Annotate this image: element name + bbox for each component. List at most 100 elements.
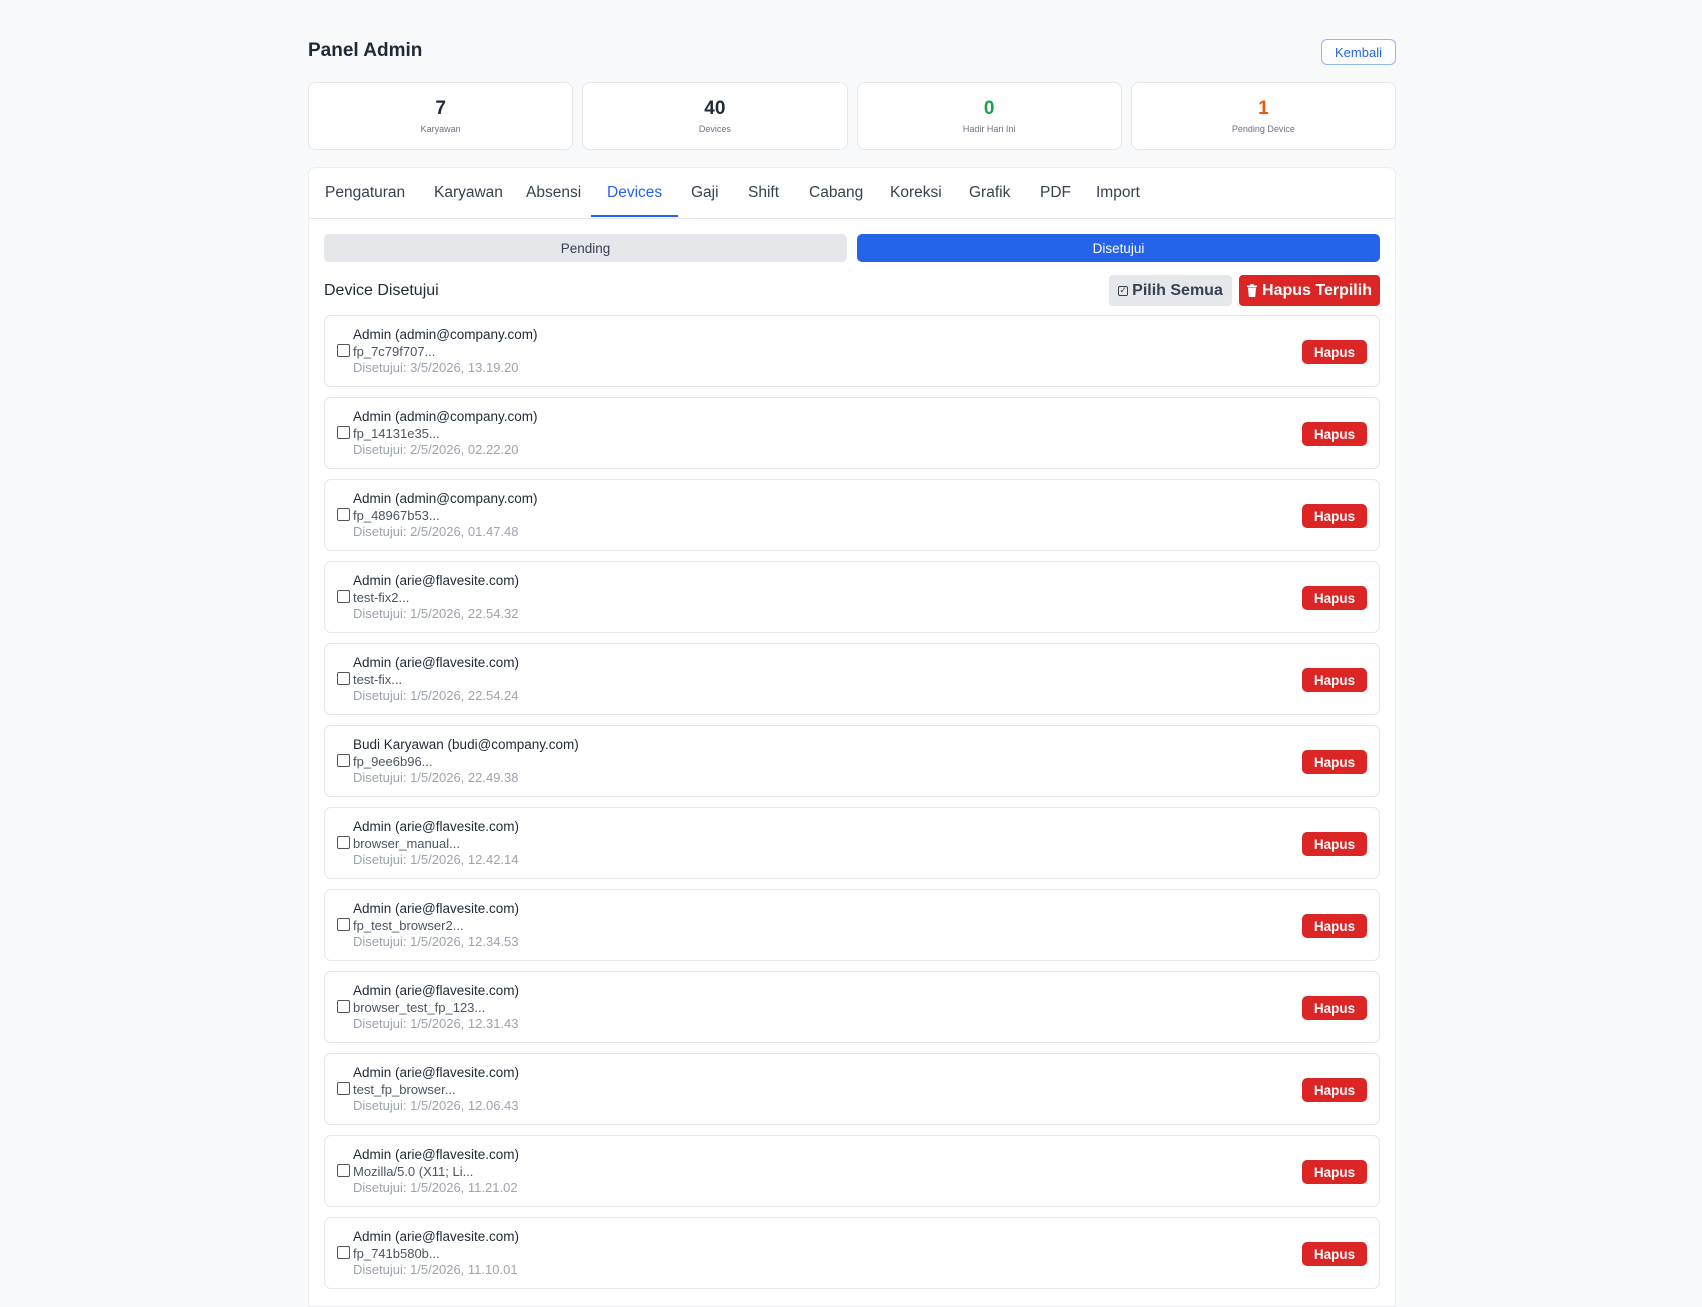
stat-label: Pending Device [1231, 124, 1295, 134]
delete-device-button[interactable]: Hapus [1302, 1078, 1367, 1102]
device-approved-date: Disetujui: 1/5/2026, 11.10.01 [353, 1262, 518, 1277]
delete-selected-label: Hapus Terpilih [1262, 281, 1372, 299]
tab-grafik[interactable]: Grafik [953, 168, 1026, 217]
device-approved-date: Disetujui: 1/5/2026, 12.42.14 [353, 852, 519, 867]
device-checkbox[interactable] [337, 1164, 350, 1177]
device-row: Budi Karyawan (budi@company.com) fp_9ee6… [324, 725, 1380, 797]
device-checkbox[interactable] [337, 754, 350, 767]
device-checkbox[interactable] [337, 1000, 350, 1013]
select-all-button[interactable]: ✓ Pilih Semua [1109, 275, 1232, 306]
delete-device-button[interactable]: Hapus [1302, 504, 1367, 528]
device-fingerprint: fp_14131e35... [353, 426, 440, 441]
device-owner: Budi Karyawan (budi@company.com) [353, 737, 579, 752]
delete-device-button[interactable]: Hapus [1302, 1160, 1367, 1184]
stat-label: Hadir Hari Ini [962, 124, 1016, 134]
device-owner: Admin (admin@company.com) [353, 409, 538, 424]
delete-selected-button[interactable]: Hapus Terpilih [1239, 275, 1380, 306]
device-row: Admin (admin@company.com) fp_14131e35...… [324, 397, 1380, 469]
tab-cabang[interactable]: Cabang [793, 168, 879, 217]
device-row: Admin (arie@flavesite.com) browser_manua… [324, 807, 1380, 879]
approved-toggle-button[interactable]: Disetujui [857, 234, 1380, 262]
device-checkbox[interactable] [337, 672, 350, 685]
stat-card-hadir: 0 Hadir Hari Ini [856, 82, 1122, 150]
tab-koreksi[interactable]: Koreksi [874, 168, 958, 217]
delete-device-button[interactable]: Hapus [1302, 750, 1367, 774]
stat-value: 7 [435, 98, 446, 119]
stat-card-devices: 40 Devices [582, 82, 848, 150]
tab-pdf[interactable]: PDF [1024, 168, 1087, 217]
device-checkbox[interactable] [337, 426, 350, 439]
tab-shift[interactable]: Shift [732, 168, 795, 217]
main-panel: Pengaturan Karyawan Absensi Devices Gaji… [308, 167, 1396, 1307]
device-approved-date: Disetujui: 2/5/2026, 01.47.48 [353, 524, 519, 539]
delete-device-button[interactable]: Hapus [1302, 668, 1367, 692]
delete-device-button[interactable]: Hapus [1302, 422, 1367, 446]
tab-bar: Pengaturan Karyawan Absensi Devices Gaji… [309, 168, 1395, 219]
back-button[interactable]: Kembali [1321, 39, 1396, 65]
device-fingerprint: Mozilla/5.0 (X11; Li... [353, 1164, 474, 1179]
device-row: Admin (arie@flavesite.com) Mozilla/5.0 (… [324, 1135, 1380, 1207]
delete-device-button[interactable]: Hapus [1302, 832, 1367, 856]
page-title: Panel Admin [308, 40, 423, 61]
pending-toggle-button[interactable]: Pending [324, 234, 847, 262]
device-approved-date: Disetujui: 1/5/2026, 12.34.53 [353, 934, 519, 949]
device-fingerprint: fp_9ee6b96... [353, 754, 433, 769]
device-checkbox[interactable] [337, 918, 350, 931]
device-row: Admin (arie@flavesite.com) fp_test_brows… [324, 889, 1380, 961]
device-checkbox[interactable] [337, 344, 350, 357]
delete-device-button[interactable]: Hapus [1302, 914, 1367, 938]
tab-import[interactable]: Import [1080, 168, 1156, 217]
device-approved-date: Disetujui: 2/5/2026, 02.22.20 [353, 442, 519, 457]
device-status-toggle: Pending Disetujui [324, 234, 1380, 262]
tab-gaji[interactable]: Gaji [675, 168, 735, 217]
stat-value: 0 [983, 98, 995, 119]
delete-device-button[interactable]: Hapus [1302, 996, 1367, 1020]
device-fingerprint: fp_test_browser2... [353, 918, 464, 933]
device-fingerprint: test-fix2... [353, 590, 410, 605]
device-checkbox[interactable] [337, 508, 350, 521]
device-list: Admin (admin@company.com) fp_7c79f707...… [324, 315, 1380, 1299]
delete-device-button[interactable]: Hapus [1302, 586, 1367, 610]
select-all-label: Pilih Semua [1132, 281, 1223, 299]
device-row: Admin (admin@company.com) fp_7c79f707...… [324, 315, 1380, 387]
device-row: Admin (arie@flavesite.com) browser_test_… [324, 971, 1380, 1043]
stat-label: Devices [698, 124, 731, 134]
tab-pengaturan[interactable]: Pengaturan [309, 168, 421, 217]
device-approved-date: Disetujui: 1/5/2026, 22.49.38 [353, 770, 519, 785]
device-checkbox[interactable] [337, 590, 350, 603]
device-owner: Admin (admin@company.com) [353, 491, 538, 506]
device-row: Admin (arie@flavesite.com) test-fix2... … [324, 561, 1380, 633]
device-checkbox[interactable] [337, 1246, 350, 1259]
device-owner: Admin (arie@flavesite.com) [353, 655, 520, 670]
stat-card-pending-device: 1 Pending Device [1130, 82, 1396, 150]
section-title: Device Disetujui [324, 282, 439, 299]
stat-value: 40 [704, 98, 726, 119]
device-owner: Admin (arie@flavesite.com) [353, 983, 520, 998]
device-row: Admin (arie@flavesite.com) test-fix... D… [324, 643, 1380, 715]
device-checkbox[interactable] [337, 836, 350, 849]
device-approved-date: Disetujui: 1/5/2026, 11.21.02 [353, 1180, 518, 1195]
device-fingerprint: browser_test_fp_123... [353, 1000, 486, 1015]
device-approved-date: Disetujui: 1/5/2026, 22.54.24 [353, 688, 519, 703]
device-fingerprint: test-fix... [353, 672, 403, 687]
device-fingerprint: fp_48967b53... [353, 508, 440, 523]
device-approved-date: Disetujui: 1/5/2026, 12.06.43 [353, 1098, 519, 1113]
stat-label: Karyawan [420, 124, 461, 134]
admin-page: Panel Admin Kembali 7 Karyawan 40 Device… [308, 0, 1396, 1307]
device-owner: Admin (arie@flavesite.com) [353, 1229, 520, 1244]
delete-device-button[interactable]: Hapus [1302, 340, 1367, 364]
device-row: Admin (arie@flavesite.com) test_fp_brows… [324, 1053, 1380, 1125]
tab-karyawan[interactable]: Karyawan [418, 168, 519, 217]
device-owner: Admin (arie@flavesite.com) [353, 1147, 520, 1162]
device-fingerprint: fp_7c79f707... [353, 344, 436, 359]
tab-devices[interactable]: Devices [591, 168, 679, 217]
stats-row: 7 Karyawan 40 Devices 0 Hadir Hari Ini 1… [308, 82, 1396, 150]
delete-device-button[interactable]: Hapus [1302, 1242, 1367, 1266]
device-checkbox[interactable] [337, 1082, 350, 1095]
stat-card-karyawan: 7 Karyawan [308, 82, 574, 150]
checkbox-checked-icon: ✓ [1118, 285, 1129, 296]
tab-absensi[interactable]: Absensi [510, 168, 597, 217]
device-approved-date: Disetujui: 3/5/2026, 13.19.20 [353, 360, 519, 375]
device-fingerprint: fp_741b580b... [353, 1246, 440, 1261]
device-owner: Admin (arie@flavesite.com) [353, 1065, 520, 1080]
